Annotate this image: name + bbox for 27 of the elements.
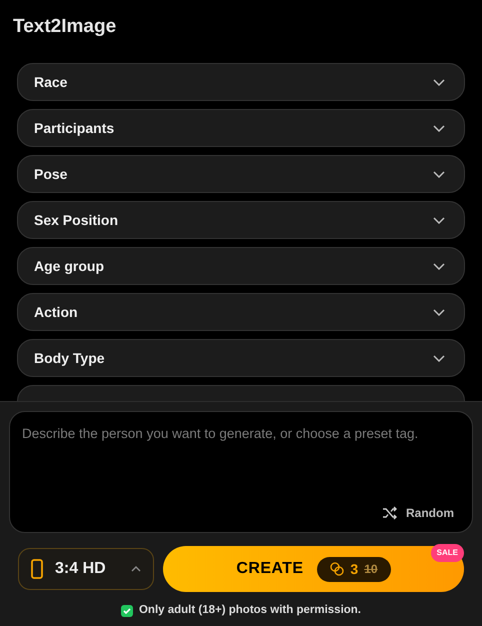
filter-dropdown[interactable]: Pose [17,155,465,193]
filter-dropdown[interactable]: Participants [17,109,465,147]
notice-text: Only adult (18+) photos with permission. [138,603,362,618]
chevron-icon [433,262,445,270]
chevron-icon [433,170,445,178]
prompt-input[interactable]: Describe the person you want to generate, or choose a preset tag. [22,426,460,504]
filter-dropdown[interactable]: Body Type [17,339,465,377]
chevron-icon [433,124,445,132]
chevron-icon [433,216,445,224]
prompt-field[interactable]: Describe the person you want to generate, or choose a preset tag. Random [9,411,473,533]
cost-pill: 3 10 [317,556,391,582]
filter-dropdown[interactable]: Age group [17,247,465,285]
checkbox[interactable] [120,604,133,617]
coins-icon [330,562,344,576]
chevron-icon [433,78,445,86]
filter-dropdown[interactable]: Action [17,293,465,331]
chevron-icon [433,308,445,316]
random-button[interactable]: Random [382,504,454,522]
caret-icon [131,566,141,572]
chevron-icon [433,354,445,362]
filter-dropdown[interactable]: Sex Position [17,201,465,239]
aspect-ratio-button[interactable]: 3:4 HD [18,548,154,590]
sale-badge: SALE [430,544,464,562]
filter-dropdown[interactable]: Race [17,63,465,101]
shuffle-icon [382,506,398,520]
phone-icon [31,559,43,579]
page-title: Text2Image [13,15,118,39]
